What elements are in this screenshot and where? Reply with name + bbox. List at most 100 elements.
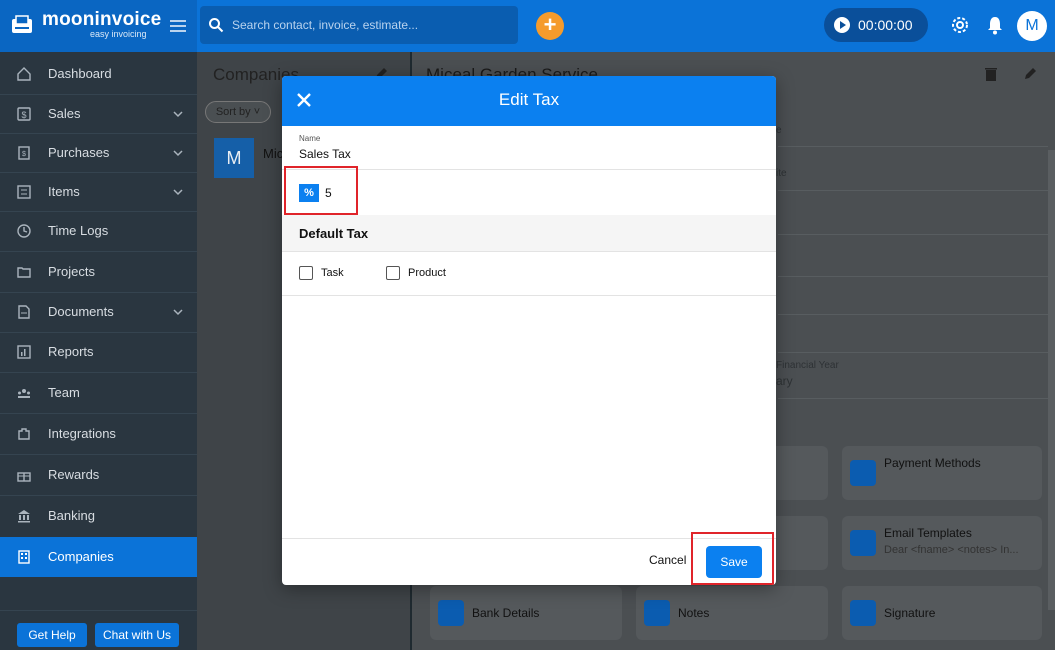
sidebar-item-projects[interactable]: Projects [0,252,197,292]
sidebar-item-time-logs[interactable]: Time Logs [0,211,197,251]
quick-add-button[interactable]: + [536,12,564,40]
sidebar-item-label: Time Logs [48,223,109,238]
logo-subtitle: easy invoicing [90,29,147,39]
play-icon [834,17,850,33]
sidebar-item-sales[interactable]: $ Sales [0,94,197,134]
edit-tax-dialog: Edit Tax Name Sales Tax % 5 Default Tax … [282,76,776,585]
default-tax-section: Default Tax [282,215,776,251]
divider [778,234,1048,235]
get-help-button[interactable]: Get Help [17,623,87,647]
card-subtitle: Dear <fname> <notes> In... [884,544,1019,556]
user-avatar[interactable]: M [1017,11,1047,41]
scrollbar[interactable] [1048,150,1055,610]
sidebar-item-items[interactable]: Items [0,172,197,212]
bar-chart-icon [17,345,31,359]
sidebar-item-dashboard[interactable]: Dashboard [0,54,197,94]
svg-text:$: $ [22,151,26,158]
credit-card-icon [850,460,876,486]
divider [0,610,197,611]
timer-button[interactable]: 00:00:00 [824,8,928,42]
percent-toggle[interactable]: % [299,184,319,202]
signature-icon [850,600,876,626]
highlight-rate [284,166,358,215]
card-title: Email Templates [884,526,972,540]
chat-with-us-button[interactable]: Chat with Us [95,623,179,647]
divider [778,314,1048,315]
sidebar-item-team[interactable]: Team [0,373,197,413]
sidebar-item-documents[interactable]: Documents [0,292,197,332]
product-checkbox[interactable] [386,266,400,280]
signature-card[interactable]: Signature [842,586,1042,640]
section-title: Default Tax [299,226,369,241]
document-icon [18,305,30,319]
sidebar-item-label: Documents [48,304,114,319]
sort-by-dropdown[interactable]: Sort by ˅ [205,101,271,123]
chevron-down-icon [173,309,183,316]
close-icon[interactable] [296,92,312,108]
sidebar-item-label: Team [48,385,80,400]
sidebar-item-label: Purchases [48,145,110,160]
sidebar-item-reports[interactable]: Reports [0,332,197,372]
building-icon [18,550,30,564]
logo-icon [12,15,32,33]
divider [778,398,1048,399]
list-icon [17,185,31,199]
notes-icon [644,600,670,626]
sidebar-item-label: Reports [48,344,94,359]
card-title: Payment Methods [884,456,981,470]
card-title: Notes [678,606,710,620]
bell-icon[interactable] [986,15,1004,35]
company-avatar[interactable]: M [214,138,254,178]
sidebar-item-rewards[interactable]: Rewards [0,455,197,495]
divider [778,352,1048,353]
sidebar-item-integrations[interactable]: Integrations [0,414,197,454]
name-field[interactable]: Sales Tax [299,147,351,161]
receipt-icon: $ [18,146,30,160]
task-checkbox[interactable] [299,266,313,280]
field-fragment: ary [776,374,793,388]
notes-card[interactable]: Notes [636,586,828,640]
chevron-down-icon [173,150,183,157]
gift-icon [17,472,31,482]
cancel-button[interactable]: Cancel [649,553,686,567]
sidebar-item-banking[interactable]: Banking [0,496,197,536]
puzzle-icon [18,428,30,440]
company-name[interactable]: Mic [263,146,283,161]
task-checkbox-label: Task [321,267,344,279]
dialog-title: Edit Tax [498,90,560,109]
field-fragment: e [776,125,782,136]
sidebar-item-companies[interactable]: Companies [0,537,197,577]
field-fragment: Financial Year [776,360,839,371]
top-bar: mooninvoice easy invoicing + 00:00:00 M [0,0,1055,52]
pencil-icon[interactable] [1022,66,1038,82]
team-icon [18,389,30,398]
field-fragment: ite [776,168,787,179]
product-checkbox-label: Product [408,267,446,279]
dialog-header: Edit Tax [282,76,776,126]
logo-text: mooninvoice [42,9,162,30]
divider [282,295,776,296]
sidebar-item-purchases[interactable]: $ Purchases [0,133,197,173]
bank-icon [438,600,464,626]
trash-icon[interactable] [984,66,998,82]
sidebar-item-label: Rewards [48,467,100,482]
payment-methods-card[interactable]: Payment Methods [842,446,1042,500]
tax-rate-field[interactable]: 5 [325,186,332,200]
sidebar-item-label: Sales [48,106,81,121]
save-button[interactable]: Save [706,546,762,578]
folder-icon [17,267,31,278]
menu-icon[interactable] [168,16,188,36]
divider [778,190,1048,191]
bank-details-card[interactable]: Bank Details [430,586,622,640]
sidebar-item-label: Integrations [48,426,116,441]
chevron-down-icon [173,189,183,196]
gear-icon[interactable] [950,15,970,35]
sort-label: Sort by [215,106,251,118]
email-templates-card[interactable]: Email Templates Dear <fname> <notes> In.… [842,516,1042,570]
dollar-icon: $ [17,107,31,121]
search-input[interactable] [232,14,512,36]
divider [778,276,1048,277]
timer-text: 00:00:00 [858,17,913,33]
sidebar: Dashboard $ Sales $ Purchases Items Time… [0,52,197,650]
card-title: Bank Details [472,606,540,620]
